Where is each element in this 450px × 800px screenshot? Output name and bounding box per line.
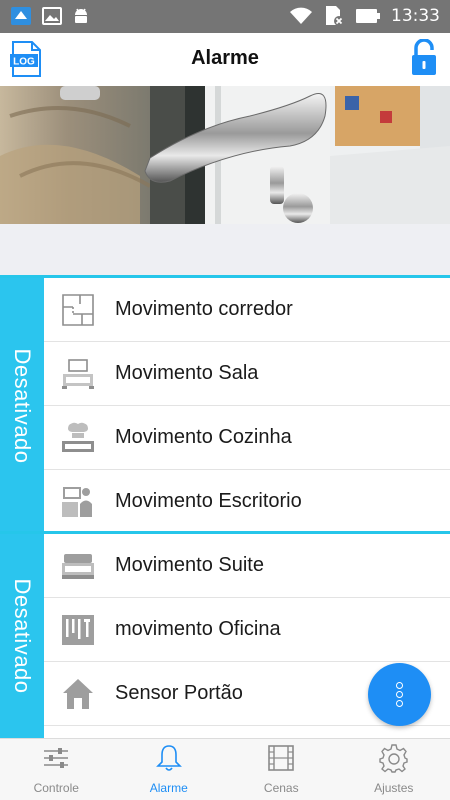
sensor-item-escritorio[interactable]: Movimento Escritorio bbox=[44, 470, 450, 534]
sensor-item-label: Movimento Cozinha bbox=[115, 426, 292, 448]
zone-1-sensor-list: Movimento corredor Movimento Sala Movime… bbox=[44, 278, 450, 534]
image-icon bbox=[42, 7, 62, 25]
sensor-item-cozinha[interactable]: Movimento Cozinha bbox=[44, 406, 450, 470]
fab-dot bbox=[396, 700, 403, 707]
battery-icon bbox=[356, 9, 380, 23]
status-bar: 13:33 bbox=[0, 0, 450, 33]
android-icon bbox=[75, 8, 87, 23]
status-right-icons: 13:33 bbox=[289, 5, 440, 27]
sensor-item-label: Movimento corredor bbox=[115, 298, 293, 320]
sensor-item-label: movimento Oficina bbox=[115, 618, 281, 640]
page-title: Alarme bbox=[191, 47, 259, 69]
sliders-icon bbox=[44, 748, 69, 768]
more-options-button[interactable] bbox=[368, 663, 431, 726]
alarm-lock-button[interactable] bbox=[410, 38, 438, 77]
bottom-navigation: Controle Alarme Cenas Ajustes bbox=[0, 738, 450, 800]
unlocked-padlock-icon bbox=[412, 38, 436, 75]
wifi-icon bbox=[290, 7, 312, 24]
sensor-item-oficina[interactable]: movimento Oficina bbox=[44, 598, 450, 662]
tab-alarme[interactable]: Alarme bbox=[113, 739, 226, 800]
sensor-item-suite[interactable]: Movimento Suite bbox=[44, 534, 450, 598]
fab-dot bbox=[396, 691, 403, 698]
film-icon bbox=[268, 745, 295, 771]
tab-controle[interactable]: Controle bbox=[0, 739, 113, 800]
app-notification-icon bbox=[11, 7, 31, 25]
app-header: LOG Alarme bbox=[0, 33, 450, 86]
zone-1-status-toggle[interactable]: Desativado bbox=[0, 278, 44, 533]
sd-card-icon bbox=[326, 6, 344, 26]
sensor-item-label: Movimento Escritorio bbox=[115, 490, 302, 512]
sensor-item-sala[interactable]: Movimento Sala bbox=[44, 342, 450, 406]
tools-icon bbox=[62, 615, 94, 645]
alarm-zone-1: Desativado Movimento corredor Movimento … bbox=[0, 275, 450, 534]
banner-spacer bbox=[0, 224, 450, 275]
sensor-item-label: Sensor Portão bbox=[115, 682, 243, 704]
sensor-item-corredor[interactable]: Movimento corredor bbox=[44, 278, 450, 342]
kitchen-icon bbox=[62, 422, 94, 452]
clock: 13:33 bbox=[391, 6, 440, 26]
tab-ajustes[interactable]: Ajustes bbox=[338, 739, 450, 800]
zone-2-status-toggle[interactable]: Desativado bbox=[0, 534, 44, 738]
sensor-item-label: Movimento Sala bbox=[115, 362, 259, 384]
tab-label: Alarme bbox=[149, 781, 188, 795]
banner-image bbox=[0, 86, 450, 224]
floor-plan-icon bbox=[62, 294, 94, 326]
tab-label: Ajustes bbox=[374, 781, 414, 795]
fab-dot bbox=[396, 682, 403, 689]
tab-cenas[interactable]: Cenas bbox=[225, 739, 338, 800]
sensor-item-label: Movimento Suite bbox=[115, 554, 264, 576]
zone-2-status-label: Desativado bbox=[10, 578, 35, 694]
tab-label: Cenas bbox=[263, 781, 299, 795]
gear-icon bbox=[379, 744, 408, 773]
bell-icon bbox=[155, 745, 182, 771]
status-left-icons bbox=[10, 6, 90, 26]
living-room-icon bbox=[62, 359, 94, 389]
house-icon bbox=[63, 679, 93, 709]
office-icon bbox=[62, 487, 92, 517]
zone-1-status-label: Desativado bbox=[10, 347, 35, 464]
bed-icon bbox=[62, 554, 94, 579]
door-handle-photo bbox=[0, 86, 450, 224]
tab-label: Controle bbox=[33, 781, 79, 795]
